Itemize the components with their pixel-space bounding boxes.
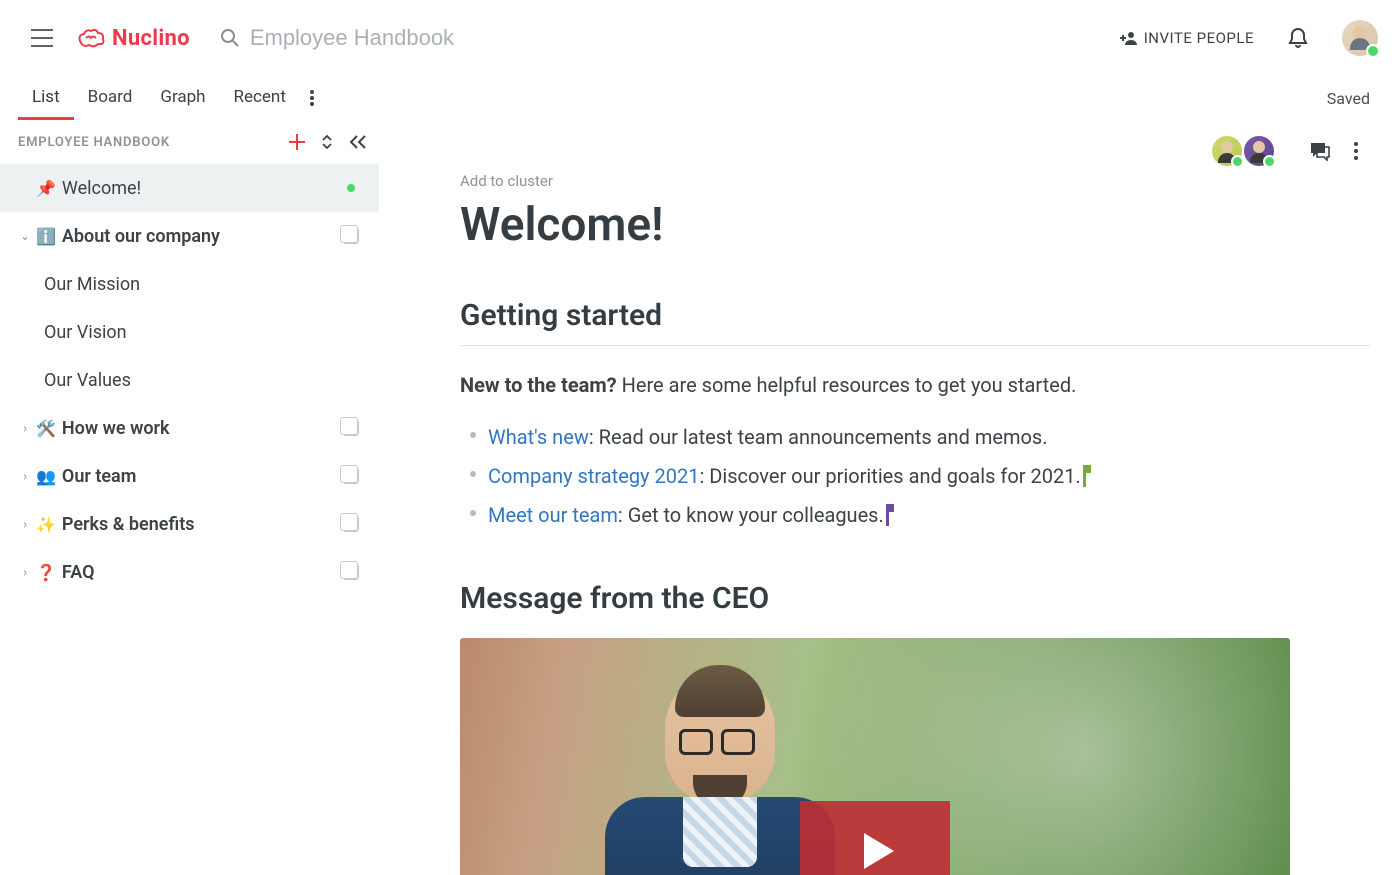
tab-board[interactable]: Board [74, 77, 147, 120]
pin-icon: 📌 [36, 179, 56, 198]
question-icon: ❓ [36, 563, 56, 582]
sidebar-item-faq[interactable]: › ❓ FAQ [0, 548, 379, 596]
menu-button[interactable] [28, 24, 56, 52]
invite-label: INVITE PEOPLE [1144, 29, 1254, 47]
save-status: Saved [1327, 89, 1370, 108]
cluster-indicator-icon [343, 228, 359, 244]
sidebar-item-perks[interactable]: › ✨ Perks & benefits [0, 500, 379, 548]
chevron-down-icon: ⌄ [18, 229, 32, 243]
tab-list[interactable]: List [18, 77, 74, 120]
sparkle-icon: ✨ [36, 515, 56, 534]
add-page-button[interactable] [289, 134, 305, 150]
comments-button[interactable] [1306, 137, 1334, 165]
sidebar-item-mission[interactable]: Our Mission [0, 260, 379, 308]
info-icon: ℹ️ [36, 227, 56, 246]
brand-name: Nuclino [112, 26, 190, 51]
cluster-indicator-icon [343, 516, 359, 532]
link-company-strategy[interactable]: Company strategy 2021 [488, 464, 699, 488]
collaborator-avatar[interactable] [1242, 134, 1276, 168]
people-icon: 👥 [36, 467, 56, 486]
bullet-item[interactable]: Company strategy 2021: Discover our prio… [460, 457, 1370, 496]
sidebar: EMPLOYEE HANDBOOK 📌 Welcome! [0, 120, 380, 875]
page-title[interactable]: Welcome! [460, 198, 1370, 252]
tab-graph[interactable]: Graph [146, 77, 219, 120]
link-whats-new[interactable]: What's new [488, 425, 589, 449]
sidebar-item-ourteam[interactable]: › 👥 Our team [0, 452, 379, 500]
expand-tree-button[interactable] [319, 134, 335, 150]
collaborator-cursor-icon [1083, 465, 1086, 487]
tab-more-button[interactable] [300, 84, 324, 112]
collaborator-cursor-icon [886, 504, 889, 526]
sidebar-item-vision[interactable]: Our Vision [0, 308, 379, 356]
search-icon [220, 28, 240, 48]
link-meet-team[interactable]: Meet our team [488, 503, 618, 527]
chevron-right-icon: › [18, 517, 32, 531]
current-user-avatar[interactable] [1342, 20, 1378, 56]
chevron-right-icon: › [18, 421, 32, 435]
invite-people-button[interactable]: INVITE PEOPLE [1120, 29, 1254, 47]
cluster-indicator-icon [343, 564, 359, 580]
bullet-item[interactable]: Meet our team: Get to know your colleagu… [460, 496, 1370, 535]
search-input[interactable] [250, 25, 750, 51]
bullet-item[interactable]: What's new: Read our latest team announc… [460, 418, 1370, 457]
ceo-video[interactable] [460, 638, 1290, 875]
section-getting-started: Getting started [460, 298, 1370, 346]
cluster-indicator-icon [343, 420, 359, 436]
intro-paragraph[interactable]: New to the team? Here are some helpful r… [460, 370, 1370, 400]
chevron-right-icon: › [18, 565, 32, 579]
notifications-button[interactable] [1284, 24, 1312, 52]
tools-icon: 🛠️ [36, 419, 56, 438]
tab-recent[interactable]: Recent [220, 77, 300, 120]
sidebar-item-values[interactable]: Our Values [0, 356, 379, 404]
play-icon[interactable] [800, 801, 950, 875]
section-ceo-message: Message from the CEO [460, 581, 1370, 616]
brand-logo[interactable]: Nuclino [76, 26, 190, 51]
sidebar-item-howwework[interactable]: › 🛠️ How we work [0, 404, 379, 452]
sidebar-heading: EMPLOYEE HANDBOOK [18, 135, 170, 150]
collaborator-avatar[interactable] [1210, 134, 1244, 168]
sidebar-item-about[interactable]: ⌄ ℹ️ About our company [0, 212, 379, 260]
collapse-sidebar-button[interactable] [349, 135, 367, 149]
chevron-right-icon: › [18, 469, 32, 483]
presence-dot-icon [347, 184, 355, 192]
add-to-cluster-link[interactable]: Add to cluster [460, 172, 1370, 190]
page-more-button[interactable] [1342, 137, 1370, 165]
sidebar-item-welcome[interactable]: 📌 Welcome! [0, 164, 379, 212]
document-main: Add to cluster Welcome! Getting started … [380, 120, 1400, 875]
cluster-indicator-icon [343, 468, 359, 484]
